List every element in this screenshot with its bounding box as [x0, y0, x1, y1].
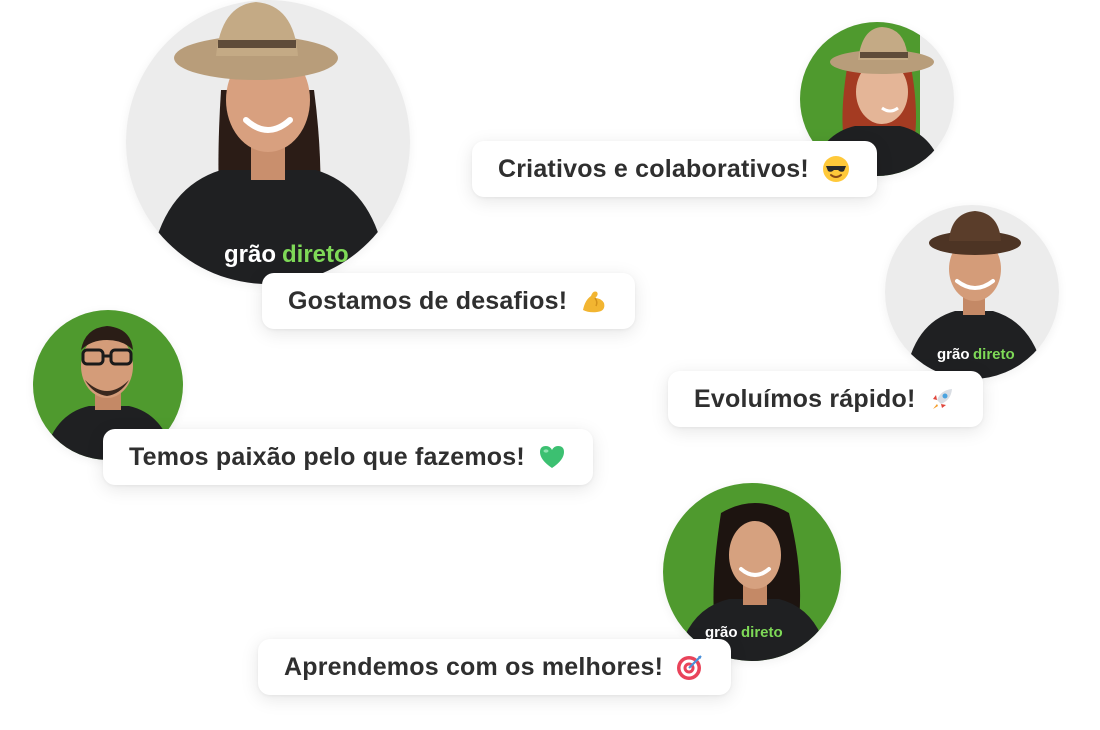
sunglasses-face-icon	[821, 154, 851, 184]
flexed-biceps-icon	[579, 286, 609, 316]
badge-evolve-fast: Evoluímos rápido!	[668, 371, 984, 427]
shirt-logo-part2: direto	[282, 241, 349, 268]
green-heart-icon	[537, 442, 567, 472]
team-photo-man-brown-hat: grão direto	[885, 205, 1059, 379]
rocket-icon	[927, 384, 957, 414]
badge-challenges: Gostamos de desafios!	[262, 273, 636, 329]
badge-text: Criativos e colaborativos!	[498, 154, 809, 183]
bullseye-icon	[675, 652, 705, 682]
badge-learn-from-best: Aprendemos com os melhores!	[258, 639, 732, 695]
badge-creative-collaborative: Criativos e colaborativos!	[472, 141, 877, 197]
badge-text: Aprendemos com os melhores!	[284, 652, 664, 681]
badge-text: Temos paixão pelo que fazemos!	[129, 442, 525, 471]
shirt-logo-part2: direto	[973, 346, 1015, 363]
badge-text: Evoluímos rápido!	[694, 384, 916, 413]
badge-text: Gostamos de desafios!	[288, 286, 568, 315]
shirt-logo-part2: direto	[741, 624, 783, 641]
badge-passion: Temos paixão pelo que fazemos!	[103, 429, 593, 485]
team-photo-woman-straw-hat: grão direto	[126, 0, 410, 284]
shirt-logo-part1: grão	[224, 241, 276, 268]
shirt-logo-part1: grão	[937, 346, 970, 363]
team-photo-woman-dark-hair: grão direto	[663, 483, 841, 661]
